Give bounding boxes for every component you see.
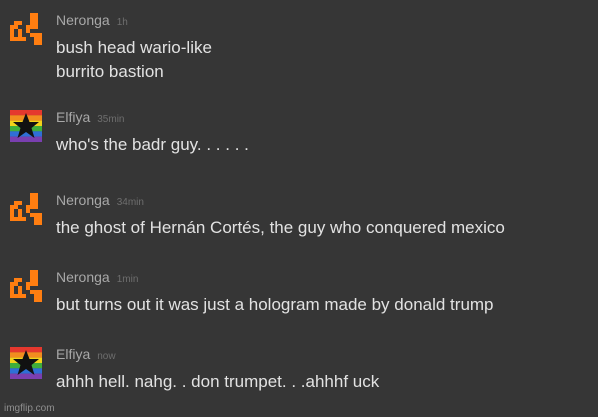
message-line: bush head wario-like bbox=[56, 38, 212, 57]
message-header: Neronga 1min bbox=[56, 270, 138, 287]
orange-pixel-creature-icon[interactable] bbox=[10, 13, 42, 45]
author-name[interactable]: Elfiya bbox=[56, 346, 90, 362]
message-header: Elfiya now bbox=[56, 347, 116, 364]
message-line: ahhh hell. nahg. . don trumpet. . .ahhhf… bbox=[56, 372, 380, 391]
chat-message: Elfiya 35min who's the badr guy. . . . . … bbox=[0, 97, 598, 167]
message-text: the ghost of Hernán Cortés, the guy who … bbox=[56, 216, 505, 240]
author-name[interactable]: Neronga bbox=[56, 192, 110, 208]
message-text: but turns out it was just a hologram mad… bbox=[56, 293, 494, 317]
chat-message: Neronga 1h bush head wario-like burrito b… bbox=[0, 0, 598, 81]
timestamp: 1min bbox=[116, 274, 139, 285]
watermark-text: imgflip.com bbox=[4, 403, 55, 414]
author-name[interactable]: Neronga bbox=[56, 12, 110, 28]
message-line: the ghost of Hernán Cortés, the guy who … bbox=[56, 218, 505, 237]
rainbow-star-icon[interactable] bbox=[10, 110, 42, 142]
timestamp: now bbox=[97, 351, 116, 362]
timestamp: 34min bbox=[116, 197, 144, 208]
author-name[interactable]: Neronga bbox=[56, 269, 110, 285]
message-line: but turns out it was just a hologram mad… bbox=[56, 295, 494, 314]
message-header: Neronga 34min bbox=[56, 193, 144, 210]
timestamp: 1h bbox=[116, 17, 128, 28]
message-text: bush head wario-like burrito bastion bbox=[56, 36, 212, 84]
chat-message: Neronga 1min but turns out it was just a … bbox=[0, 257, 598, 327]
message-header: Neronga 1h bbox=[56, 13, 128, 30]
message-text: who's the badr guy. . . . . . bbox=[56, 133, 249, 157]
orange-pixel-creature-icon[interactable] bbox=[10, 193, 42, 225]
timestamp: 35min bbox=[97, 114, 125, 125]
message-line: burrito bastion bbox=[56, 62, 164, 81]
chat-message: Neronga 34min the ghost of Hernán Cortés,… bbox=[0, 180, 598, 250]
message-header: Elfiya 35min bbox=[56, 110, 124, 127]
orange-pixel-creature-icon[interactable] bbox=[10, 270, 42, 302]
message-line: who's the badr guy. . . . . . bbox=[56, 135, 249, 154]
rainbow-star-icon[interactable] bbox=[10, 347, 42, 379]
chat-message: Elfiya now ahhh hell. nahg. . don trumpet… bbox=[0, 334, 598, 404]
message-text: ahhh hell. nahg. . don trumpet. . .ahhhf… bbox=[56, 370, 379, 394]
author-name[interactable]: Elfiya bbox=[56, 109, 90, 125]
